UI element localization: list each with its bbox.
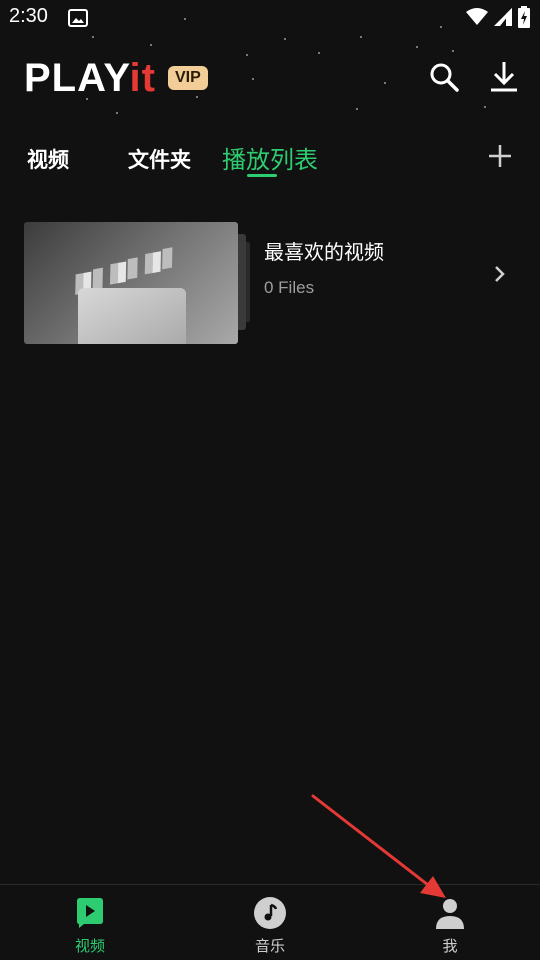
playlist-item[interactable]: 最喜欢的视频 0 Files [24,220,524,346]
logo-wordmark: PLAYit [24,56,156,100]
image-icon [68,9,88,31]
battery-charging-icon [518,6,530,32]
chevron-right-icon[interactable] [490,264,510,284]
bottom-navigation: 视频 音乐 我 [0,884,540,960]
video-play-icon [74,897,106,929]
tab-folders[interactable]: 文件夹 [128,144,191,174]
nav-item-videos[interactable]: 视频 [0,885,180,960]
status-bar: 2:30 [0,0,540,36]
thumbnail-stack-edge [246,242,250,322]
search-icon[interactable] [428,60,460,94]
active-tab-indicator [247,174,277,177]
playlist-file-count: 0 Files [264,278,315,297]
nav-label-videos: 视频 [74,937,105,955]
clapperboard-icon [75,247,186,344]
plus-icon[interactable] [486,142,514,170]
music-note-icon [254,897,286,929]
nav-item-me[interactable]: 我 [360,885,540,960]
vip-badge[interactable]: VIP [167,66,208,90]
tab-bar: 视频 文件夹 播放列表 [0,138,540,182]
thumbnail-stack-edge [238,234,246,330]
nav-label-me: 我 [442,937,458,955]
app-logo: PLAYit VIP [24,58,208,98]
app-screen: 2:30 PLAYit VIP 视频 文件夹 播放列表 最喜欢的视频 0 Fil… [0,0,540,960]
nav-label-music: 音乐 [254,937,285,955]
tab-videos[interactable]: 视频 [27,144,69,174]
status-time: 2:30 [9,5,48,27]
download-icon[interactable] [488,60,520,94]
tab-playlists[interactable]: 播放列表 [222,140,318,175]
playlist-title: 最喜欢的视频 [264,240,384,264]
signal-icon [494,8,512,30]
nav-item-music[interactable]: 音乐 [180,885,360,960]
wifi-icon [466,8,488,30]
profile-icon [434,897,466,929]
playlist-thumbnail [24,222,238,344]
